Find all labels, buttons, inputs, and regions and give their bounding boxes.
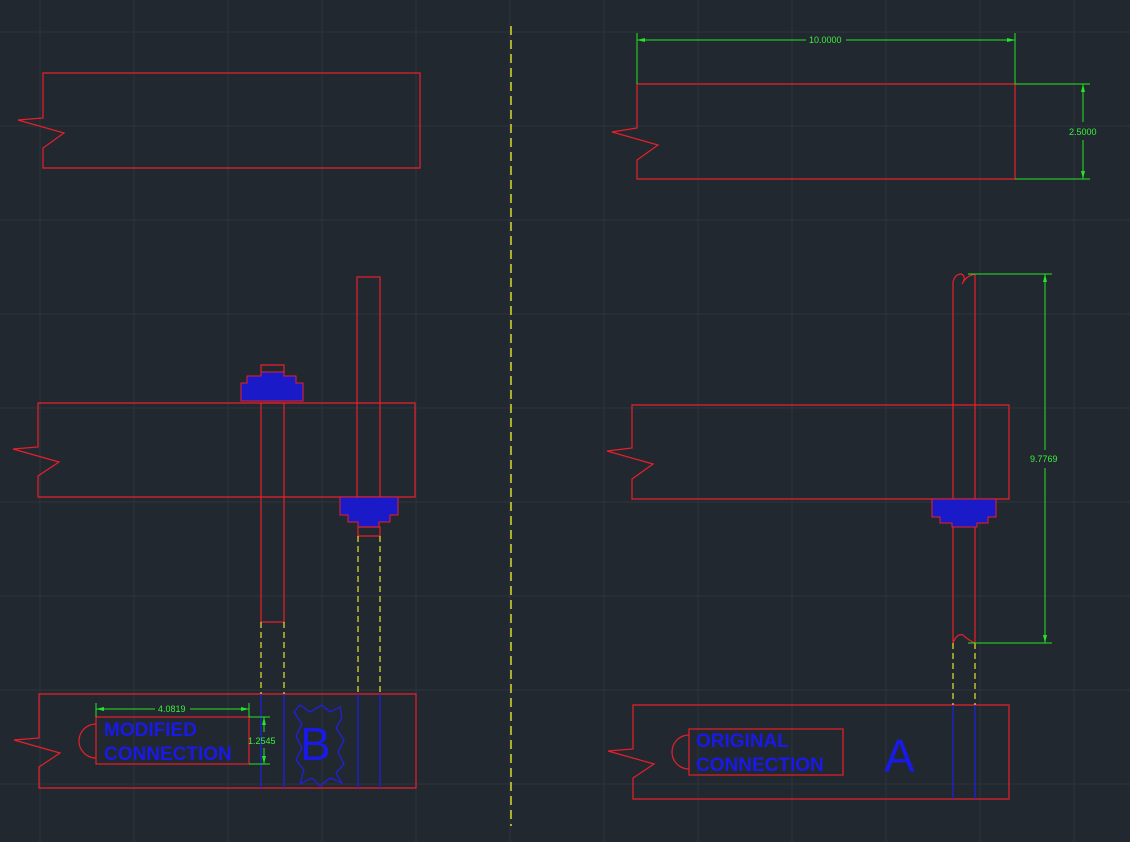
dim-beam-height-arrow-bottom bbox=[1081, 171, 1085, 179]
dim-bolt-length-text: 9.7769 bbox=[1030, 454, 1058, 464]
original-label-line1: ORIGINAL bbox=[696, 731, 789, 752]
right-bolt-shank bbox=[952, 273, 976, 644]
left-bolt-2-washer bbox=[357, 526, 381, 537]
original-label-arc bbox=[671, 734, 690, 770]
dim-label-height-text: 1.2545 bbox=[248, 736, 276, 746]
left-middle-beam bbox=[12, 402, 416, 498]
drawing-grid bbox=[0, 0, 1130, 842]
right-bottom-beam bbox=[607, 704, 1010, 800]
right-middle-beam bbox=[606, 404, 1010, 500]
modified-label-arc bbox=[78, 723, 97, 759]
right-bolt-nut bbox=[931, 498, 997, 528]
original-label-line2: CONNECTION bbox=[696, 755, 824, 776]
left-bolt-1-head bbox=[240, 371, 304, 402]
modified-label-line1: MODIFIED bbox=[104, 720, 197, 741]
dim-beam-length-text: 10.0000 bbox=[809, 35, 842, 45]
dim-label-width-text: 4.0819 bbox=[158, 704, 186, 714]
left-bottom-beam bbox=[13, 693, 417, 789]
dim-bolt-length-arrow-top bbox=[1043, 274, 1047, 282]
modified-label-line2: CONNECTION bbox=[104, 744, 232, 765]
dim-beam-length-arrow-left bbox=[637, 38, 645, 42]
right-top-beam bbox=[611, 83, 1016, 180]
left-top-beam bbox=[17, 72, 421, 169]
dim-label-width-arrow-left bbox=[96, 707, 104, 711]
dim-beam-length-arrow-right bbox=[1007, 38, 1015, 42]
left-bolt-1-shank bbox=[260, 402, 285, 623]
dim-beam-height-text: 2.5000 bbox=[1069, 127, 1097, 137]
left-bolt-2-nut bbox=[339, 496, 399, 528]
dim-bolt-length-arrow-bottom bbox=[1043, 635, 1047, 643]
left-bolt-1-washer bbox=[260, 364, 285, 372]
dim-label-height-arrow-bottom bbox=[262, 756, 266, 764]
left-bolt-2-shank bbox=[356, 276, 381, 498]
dim-beam-height-arrow-top bbox=[1081, 84, 1085, 92]
dim-label-width-arrow-right bbox=[241, 707, 249, 711]
revision-letter-a: A bbox=[884, 730, 915, 782]
revision-letter-b: B bbox=[300, 718, 331, 770]
cad-drawing-canvas[interactable]: MODIFIED CONNECTION B 4.0819 1.2545 10.0… bbox=[0, 0, 1130, 842]
dim-label-height-arrow-top bbox=[262, 717, 266, 725]
